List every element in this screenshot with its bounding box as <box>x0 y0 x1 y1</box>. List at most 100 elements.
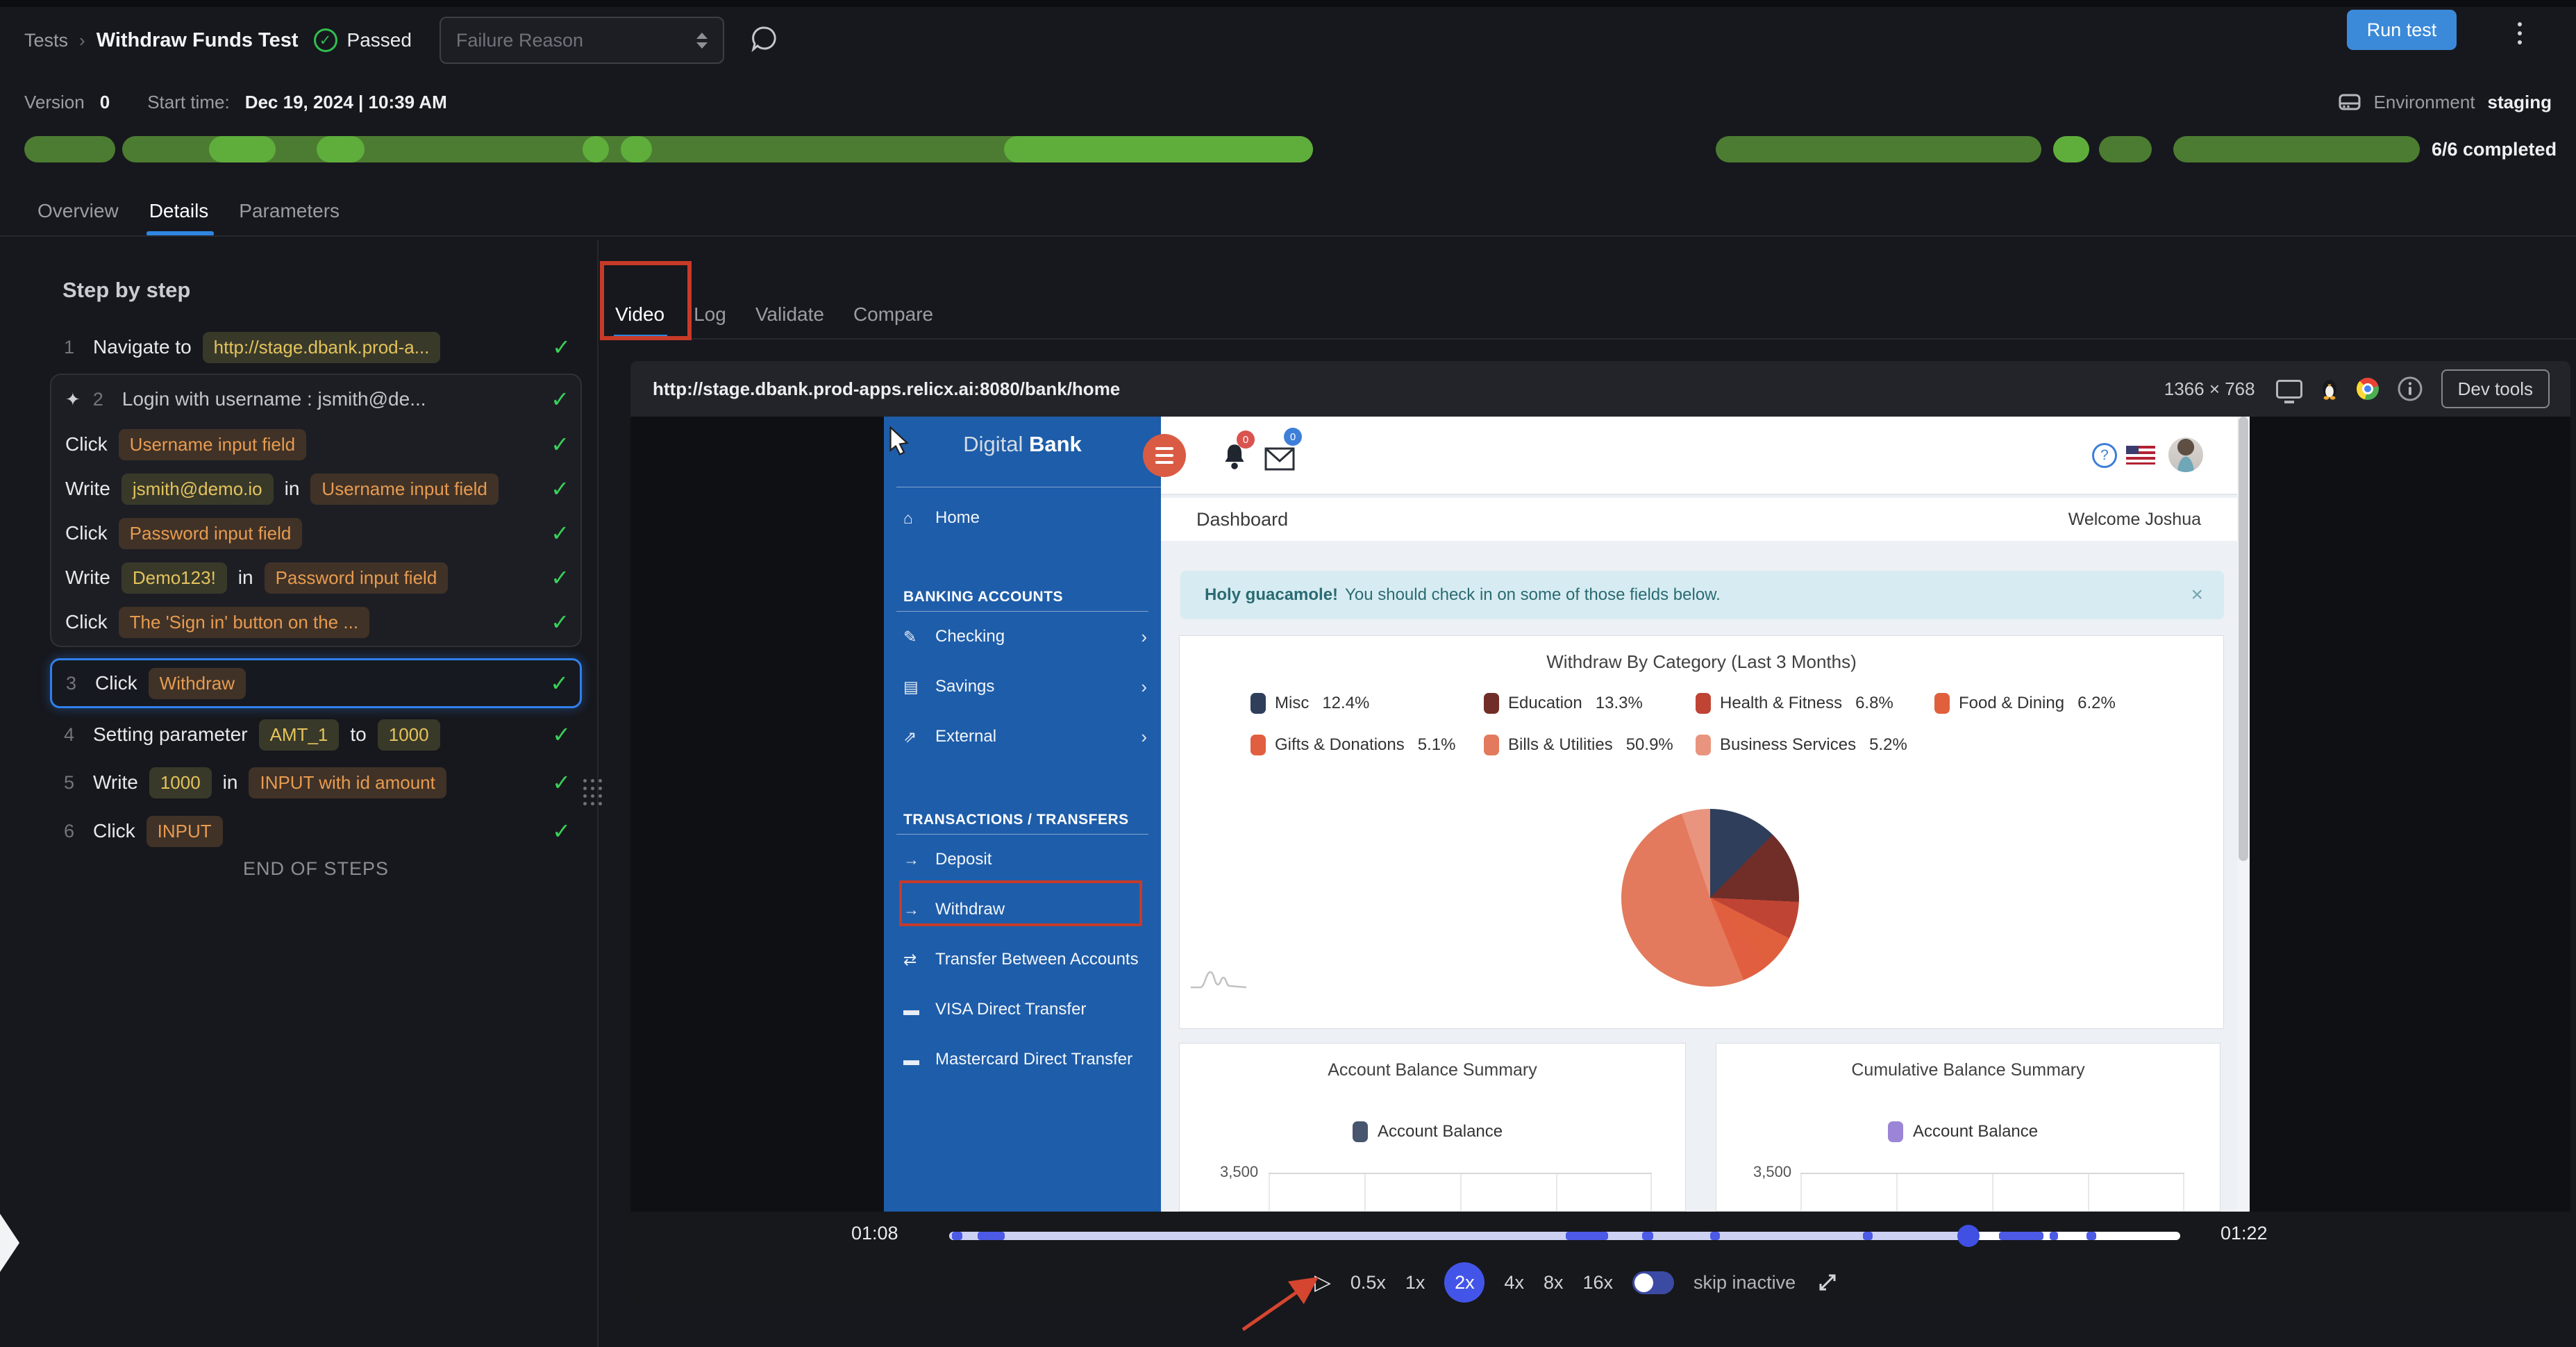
video-tab-compare[interactable]: Compare <box>853 290 933 339</box>
avatar[interactable] <box>2168 437 2203 472</box>
sidebar-item-home[interactable]: ⌂ Home <box>884 493 1161 543</box>
tab-details[interactable]: Details <box>146 186 214 236</box>
tab-overview[interactable]: Overview <box>37 186 119 236</box>
step-row[interactable]: ✦ 2 Login with username : jsmith@de... ✓ <box>51 376 580 422</box>
window-top-strip <box>0 0 2576 7</box>
step-row[interactable]: Write Demo123! in Password input field ✓ <box>51 555 580 600</box>
video-tab-log[interactable]: Log <box>694 290 726 339</box>
legend-name: Food & Dining <box>1959 694 2065 712</box>
speed-controls: ▷ 0.5x 1x 2x 4x 8x 16x skip inactive <box>1314 1262 1840 1303</box>
dev-tools-button[interactable]: Dev tools <box>2441 369 2550 408</box>
help-icon[interactable]: ? <box>2092 443 2117 468</box>
timeline-marker[interactable] <box>1862 1232 1873 1240</box>
alert-close-icon[interactable]: × <box>2191 583 2203 607</box>
sidebar-item-label: Checking <box>935 627 1005 646</box>
withdraw-category-card: Withdraw By Category (Last 3 Months) Mis… <box>1179 635 2224 1029</box>
panel-expand-arrow[interactable] <box>0 1214 19 1272</box>
version-label: Version <box>24 91 85 112</box>
external-icon: ⇗ <box>903 727 917 746</box>
timeline-playhead[interactable] <box>1957 1225 1980 1247</box>
step-row[interactable]: 3 Click Withdraw ✓ <box>50 658 582 708</box>
speed-8x[interactable]: 8x <box>1544 1272 1564 1294</box>
video-tab-validate[interactable]: Validate <box>755 290 824 339</box>
sidebar-item-checking[interactable]: ✎ Checking › <box>884 612 1161 662</box>
fullscreen-icon[interactable] <box>1815 1270 1840 1295</box>
speed-2x[interactable]: 2x <box>1444 1262 1485 1303</box>
alert-bold-text: Holy guacamole! <box>1205 585 1339 604</box>
skip-inactive-toggle[interactable] <box>1632 1271 1675 1294</box>
step-row[interactable]: Click Username input field ✓ <box>51 422 580 467</box>
more-menu-icon[interactable] <box>2514 18 2526 49</box>
run-test-button[interactable]: Run test <box>2347 10 2457 50</box>
timeline-marker[interactable] <box>1999 1232 2044 1240</box>
legend-label: Account Balance <box>1913 1122 2039 1141</box>
comment-icon[interactable] <box>749 24 780 58</box>
timeline-track[interactable] <box>949 1225 2180 1247</box>
account-balance-title: Account Balance Summary <box>1328 1060 1537 1080</box>
run-progress-bar[interactable] <box>24 136 2420 162</box>
step-action-text: Click <box>95 672 137 694</box>
failure-reason-select[interactable]: Failure Reason <box>439 17 724 64</box>
timeline-marker[interactable] <box>1709 1232 1720 1240</box>
timeline-marker[interactable] <box>2086 1232 2097 1240</box>
sidebar-item-deposit[interactable]: → Deposit <box>884 835 1161 885</box>
language-flag-icon[interactable] <box>2126 446 2155 465</box>
cumulative-balance-card: Cumulative Balance Summary Account Balan… <box>1716 1043 2220 1212</box>
progress-segment <box>24 136 116 162</box>
sidebar-item-transfer-between-accounts[interactable]: ⇄ Transfer Between Accounts <box>884 935 1161 985</box>
timeline-marker[interactable] <box>977 1232 1005 1240</box>
step-row[interactable]: Click The 'Sign in' button on the ... ✓ <box>51 600 580 644</box>
dashboard-header-bar: Dashboard Welcome Joshua <box>1161 498 2237 541</box>
tab-parameters[interactable]: Parameters <box>239 186 340 236</box>
step-number: 5 <box>64 771 75 793</box>
iframe-scrollbar[interactable] <box>2237 417 2250 1212</box>
current-time: 01:08 <box>851 1223 898 1244</box>
chevron-right-icon: › <box>1141 676 1147 697</box>
legend-label: Account Balance <box>1378 1122 1503 1141</box>
breadcrumb-tests[interactable]: Tests <box>24 30 68 51</box>
speed-4x[interactable]: 4x <box>1504 1272 1524 1294</box>
step-row[interactable]: 1 Navigate to http://stage.dbank.prod-a...… <box>50 325 582 369</box>
step-target-badge: Withdraw <box>148 667 246 699</box>
hamburger-menu-button[interactable] <box>1143 434 1186 477</box>
video-stage[interactable]: Digital Bank ⌂ Home BANKING ACCOUNTS ✎ Check… <box>630 417 2570 1212</box>
sparkline-icon <box>1191 971 1247 989</box>
chart-plot <box>1800 1173 2184 1211</box>
step-target-badge: INPUT <box>146 815 223 847</box>
step-row[interactable]: 5 Write 1000 in INPUT with id amount ✓ <box>50 758 582 807</box>
step-check-icon: ✓ <box>551 432 569 457</box>
info-icon[interactable] <box>2397 376 2423 402</box>
timeline-marker[interactable] <box>1566 1232 1608 1240</box>
timeline-marker[interactable] <box>951 1232 963 1240</box>
sidebar-item-visa-direct-transfer[interactable]: ▬ VISA Direct Transfer <box>884 985 1161 1035</box>
legend-item: Health & Fitness 6.8% <box>1696 693 1893 714</box>
timeline-marker[interactable] <box>1642 1232 1654 1240</box>
timeline-marker[interactable] <box>2050 1232 2059 1240</box>
panel-resize-handle[interactable] <box>583 779 602 805</box>
step-row[interactable]: 4 Setting parameter AMT_1 to 1000 ✓ <box>50 711 582 758</box>
progress-highlight <box>1004 136 1314 162</box>
speed-1x[interactable]: 1x <box>1405 1272 1425 1294</box>
step-target-badge: Username input field <box>310 473 499 505</box>
step-value-badge: 1000 <box>149 767 212 798</box>
environment-icon <box>2339 94 2361 110</box>
sidebar-item-savings[interactable]: ▤ Savings › <box>884 662 1161 712</box>
step-target-badge: Password input field <box>118 517 303 549</box>
mail-icon[interactable] <box>1264 447 1295 471</box>
sidebar-item-mastercard-direct-transfer[interactable]: ▬ Mastercard Direct Transfer <box>884 1035 1161 1085</box>
header-bar: Tests › Withdraw Funds Test ✓ Passed Fai… <box>24 7 2552 74</box>
speed-0.5x[interactable]: 0.5x <box>1350 1272 1386 1294</box>
legend-item: Education 13.3% <box>1484 693 1643 714</box>
step-row[interactable]: Write jsmith@demo.io in Username input fiel… <box>51 467 580 511</box>
sidebar-item-external[interactable]: ⇗ External › <box>884 712 1161 762</box>
step-row[interactable]: Click Password input field ✓ <box>51 511 580 555</box>
visa-icon: ▬ <box>903 1000 919 1019</box>
step-row[interactable]: 6 Click INPUT ✓ <box>50 807 582 855</box>
deposit-icon: → <box>903 850 919 869</box>
speed-16x[interactable]: 16x <box>1582 1272 1613 1294</box>
breadcrumb-separator: › <box>79 29 85 51</box>
step-value-badge: jsmith@demo.io <box>121 473 274 505</box>
scrollbar-thumb[interactable] <box>2239 417 2248 861</box>
chevron-right-icon: › <box>1141 626 1147 647</box>
